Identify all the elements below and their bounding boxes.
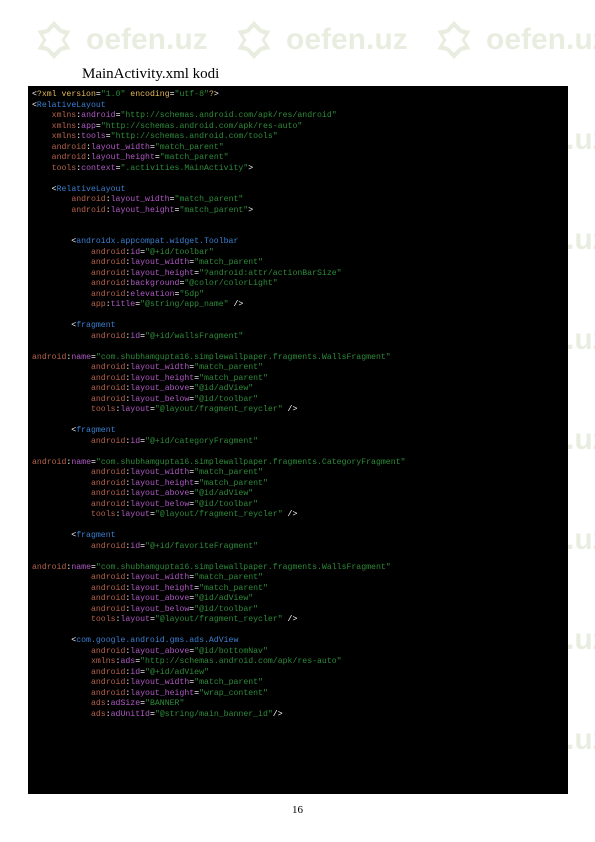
watermark: oefen.uz — [232, 18, 408, 62]
code-heading: MainActivity.xml kodi — [82, 66, 219, 83]
page-number: 16 — [0, 804, 595, 816]
watermark: oefen.uz — [432, 18, 595, 62]
swirl-icon — [432, 18, 476, 62]
swirl-icon — [232, 18, 276, 62]
swirl-icon — [32, 18, 76, 62]
watermark-text: oefen.uz — [286, 23, 408, 57]
code-block: <?xml version="1.0" encoding="utf-8"?> <… — [28, 86, 568, 794]
watermark: oefen.uz — [32, 18, 208, 62]
watermark-text: oefen.uz — [86, 23, 208, 57]
watermark-text: oefen.uz — [486, 23, 595, 57]
